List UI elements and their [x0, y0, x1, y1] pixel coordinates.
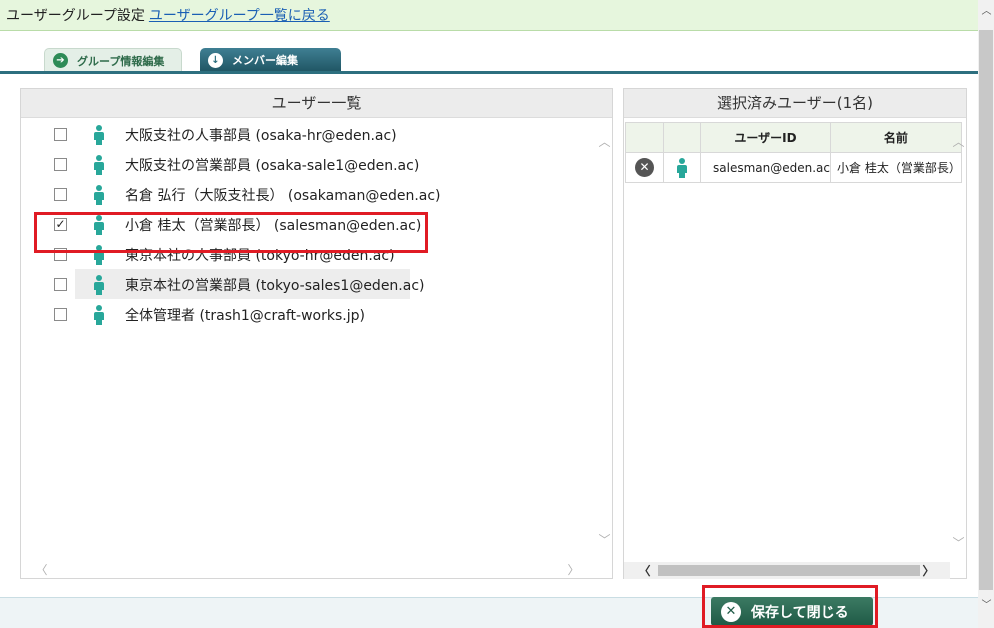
icon-cell [663, 152, 701, 183]
user-checkbox[interactable] [54, 128, 67, 141]
selected-vscrollbar[interactable]: ︿ ﹀ [950, 122, 967, 562]
selected-users-title: 選択済みユーザー(1名) [624, 89, 966, 118]
list-item[interactable]: 名倉 弘行（大阪支社長） (osakaman@eden.ac) [21, 179, 596, 209]
selected-users-panel: 選択済みユーザー(1名) ユーザーID 名前 ✕ salesman@eden.a… [623, 88, 967, 579]
list-item[interactable]: 東京本社の営業部員 (tokyo-sales1@eden.ac) [21, 269, 596, 299]
scroll-right-icon[interactable]: 〉 [565, 561, 582, 578]
tab-bar: ➔ グループ情報編集 ↓ メンバー編集 [0, 46, 978, 74]
user-list-vscrollbar[interactable]: ︿ ﹀ [596, 119, 613, 559]
table-row[interactable]: ✕ salesman@eden.ac 小倉 桂太（営業部長） [625, 152, 962, 183]
column-header-name[interactable]: 名前 [830, 122, 962, 153]
user-label: 名倉 弘行（大阪支社長） (osakaman@eden.ac) [125, 188, 441, 204]
page-header: ユーザーグループ設定 ユーザーグループ一覧に戻る [0, 0, 978, 31]
remove-circle-icon[interactable]: ✕ [635, 158, 654, 177]
selected-hscrollbar[interactable]: 〈 〉 [624, 562, 950, 579]
list-item[interactable]: 大阪支社の人事部員 (osaka-hr@eden.ac) [21, 119, 596, 149]
tab-divider [0, 71, 978, 74]
scroll-right-icon[interactable]: 〉 [920, 562, 937, 579]
person-icon [93, 155, 105, 175]
column-header [663, 122, 701, 153]
arrow-right-icon: ➔ [53, 53, 68, 68]
page-scroll-thumb[interactable] [979, 30, 993, 590]
list-item[interactable]: 全体管理者 (trash1@craft-works.jp) [21, 299, 596, 329]
user-id-cell: salesman@eden.ac [700, 152, 831, 183]
user-label: 全体管理者 (trash1@craft-works.jp) [125, 308, 365, 324]
back-to-list-link[interactable]: ユーザーグループ一覧に戻る [149, 8, 330, 24]
user-label: 大阪支社の営業部員 (osaka-sale1@eden.ac) [125, 158, 420, 174]
user-label: 東京本社の営業部員 (tokyo-sales1@eden.ac) [125, 278, 425, 294]
user-label: 大阪支社の人事部員 (osaka-hr@eden.ac) [125, 128, 397, 144]
user-list: 大阪支社の人事部員 (osaka-hr@eden.ac) 大阪支社の営業部員 (… [21, 119, 596, 559]
tab-group-info[interactable]: ➔ グループ情報編集 [44, 48, 182, 72]
hscroll-thumb[interactable] [658, 565, 920, 576]
remove-cell[interactable]: ✕ [625, 152, 664, 183]
tab-member-edit[interactable]: ↓ メンバー編集 [200, 48, 341, 72]
user-checkbox[interactable] [54, 308, 67, 321]
person-icon [676, 158, 688, 178]
person-icon [93, 125, 105, 145]
scroll-up-icon[interactable]: ︿ [596, 133, 613, 150]
highlight-box-save-button [702, 585, 878, 628]
table-header-row: ユーザーID 名前 [625, 122, 962, 153]
user-list-hscrollbar[interactable]: 〈 〉 [21, 561, 596, 578]
scroll-up-icon[interactable]: ︿ [950, 133, 967, 150]
tab-label: グループ情報編集 [77, 54, 165, 68]
user-checkbox[interactable] [54, 188, 67, 201]
user-checkbox[interactable] [54, 158, 67, 171]
user-list-panel: ユーザー一覧 大阪支社の人事部員 (osaka-hr@eden.ac) 大阪支社… [20, 88, 613, 579]
arrow-down-icon: ↓ [208, 52, 223, 68]
selected-users-table: ユーザーID 名前 ✕ salesman@eden.ac 小倉 桂太（営業部長） [625, 122, 962, 183]
page-title: ユーザーグループ設定 [6, 8, 145, 24]
list-item[interactable]: 大阪支社の営業部員 (osaka-sale1@eden.ac) [21, 149, 596, 179]
user-list-title: ユーザー一覧 [21, 89, 612, 118]
person-icon [93, 305, 105, 325]
person-icon [93, 185, 105, 205]
scroll-left-icon[interactable]: 〈 [33, 561, 50, 578]
page-vscrollbar[interactable]: ︿ ﹀ [978, 0, 994, 628]
column-header [625, 122, 664, 153]
scroll-left-icon[interactable]: 〈 [636, 562, 653, 579]
scroll-down-icon[interactable]: ﹀ [978, 596, 994, 611]
person-icon [93, 275, 105, 295]
scroll-down-icon[interactable]: ﹀ [950, 534, 967, 551]
tab-label: メンバー編集 [232, 54, 298, 67]
name-cell: 小倉 桂太（営業部長） [830, 152, 962, 183]
scroll-up-icon[interactable]: ︿ [978, 2, 994, 17]
scroll-down-icon[interactable]: ﹀ [596, 531, 613, 548]
user-checkbox[interactable] [54, 278, 67, 291]
column-header-user-id[interactable]: ユーザーID [700, 122, 831, 153]
highlight-box-selected-user [34, 212, 428, 253]
